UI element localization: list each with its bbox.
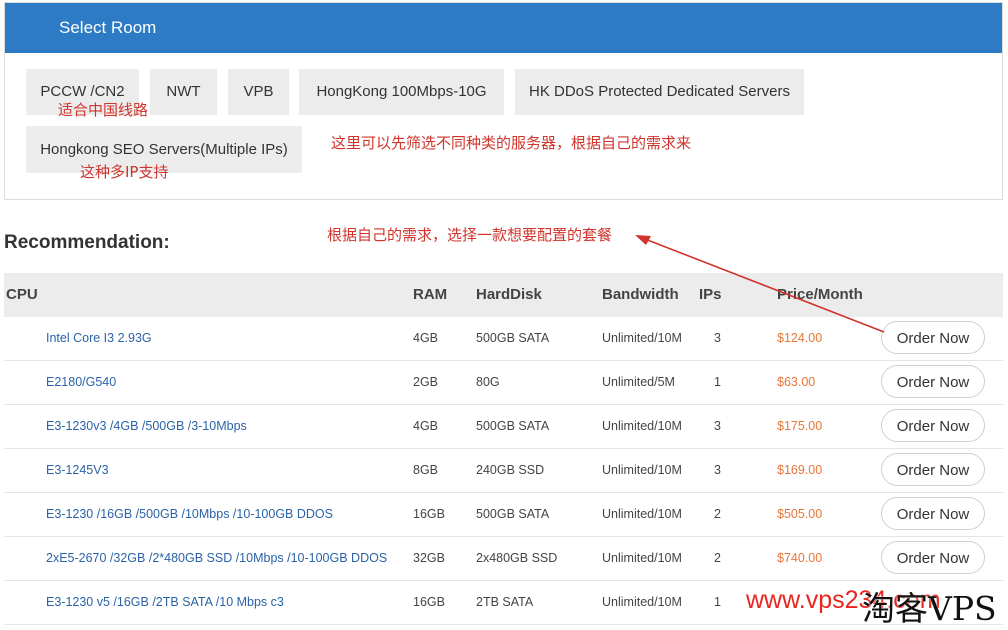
arrow-line <box>644 238 885 333</box>
annotation-arrow <box>635 235 885 333</box>
watermark-logo: 淘客VPS <box>862 589 997 628</box>
arrow-head-icon <box>635 235 651 245</box>
